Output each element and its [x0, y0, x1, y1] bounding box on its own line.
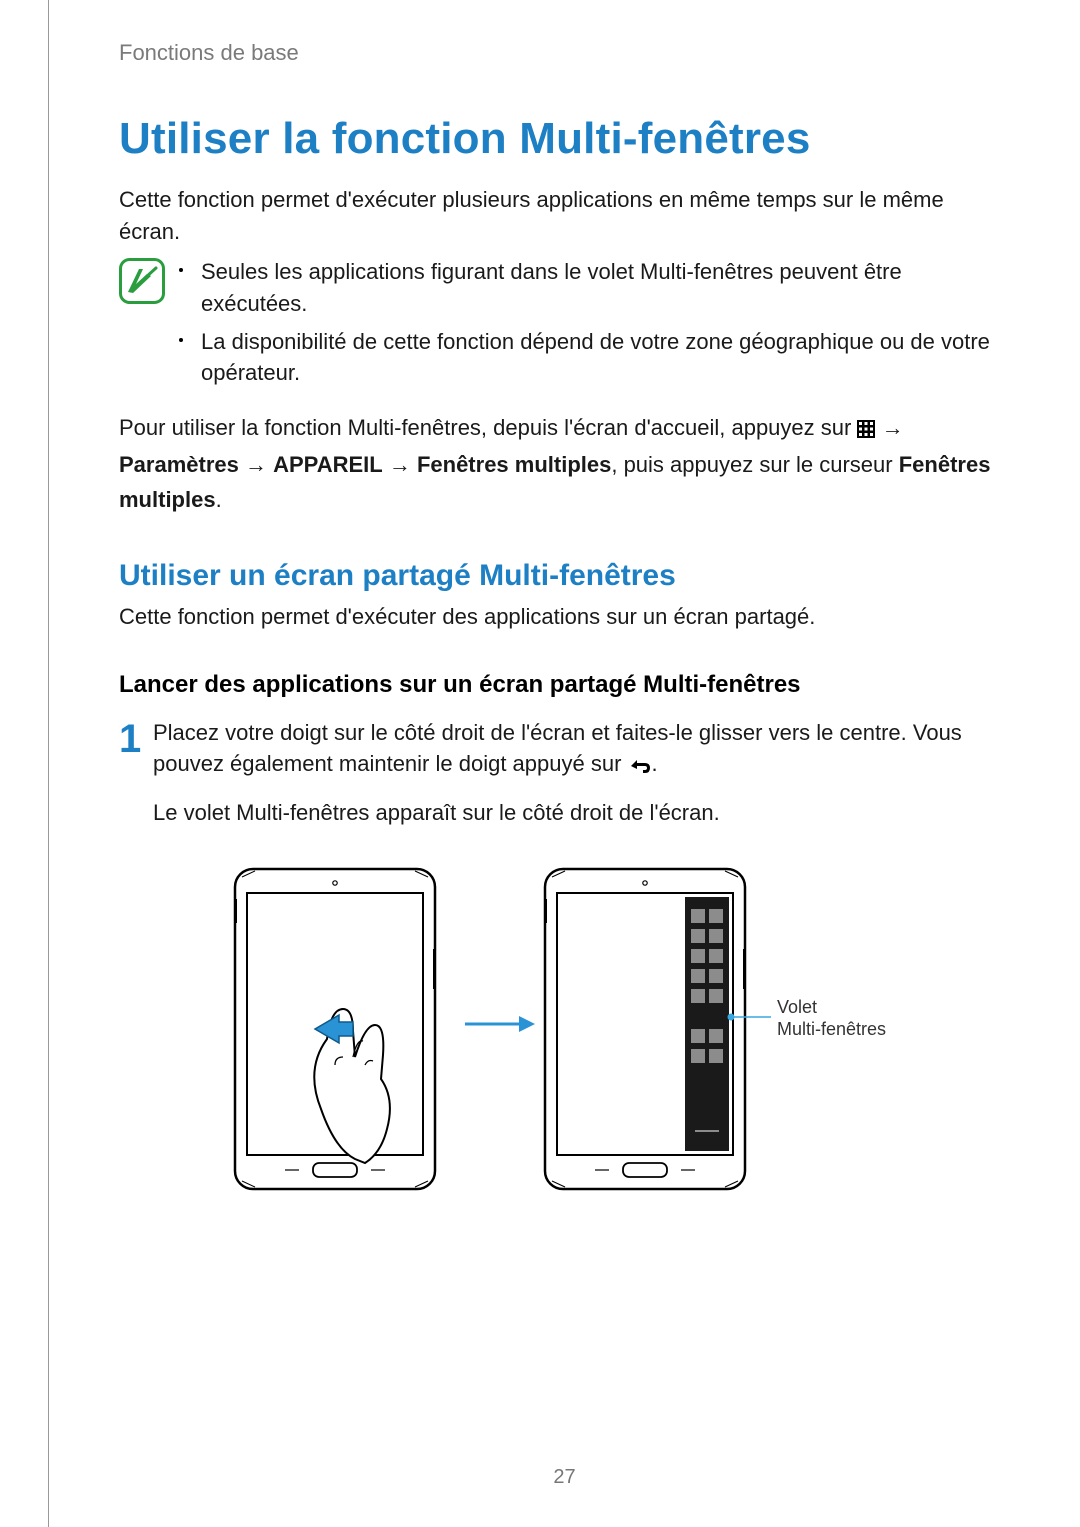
- step-text: Le volet Multi-fenêtres apparaît sur le …: [153, 797, 1010, 829]
- instruction-text: Pour utiliser la fonction Multi-fenêtres…: [119, 411, 1010, 516]
- step-number: 1: [119, 721, 153, 757]
- step: 1 Placez votre doigt sur le côté droit d…: [119, 717, 1010, 844]
- callout-line1: Volet: [777, 997, 817, 1017]
- note-block: Seules les applications figurant dans le…: [119, 256, 1010, 396]
- callout-line2: Multi-fenêtres: [777, 1019, 886, 1039]
- note-text: Seules les applications figurant dans le…: [201, 256, 1010, 320]
- section-intro: Cette fonction permet d'exécuter des app…: [119, 601, 1010, 633]
- step-text: Placez votre doigt sur le côté droit de …: [153, 717, 1010, 784]
- note-item: Seules les applications figurant dans le…: [179, 256, 1010, 320]
- back-icon: [628, 751, 652, 783]
- page-number: 27: [49, 1466, 1080, 1489]
- note-icon: [119, 258, 165, 304]
- section-heading: Lancer des applications sur un écran par…: [119, 671, 1010, 699]
- note-item: La disponibilité de cette fonction dépen…: [179, 326, 1010, 390]
- arrow-right-icon: [465, 1016, 535, 1032]
- intro-text: Cette fonction permet d'exécuter plusieu…: [119, 184, 1010, 248]
- apps-grid-icon: [857, 414, 875, 448]
- breadcrumb: Fonctions de base: [119, 40, 1010, 66]
- page-title: Utiliser la fonction Multi-fenêtres: [119, 114, 1010, 164]
- figure: Volet Multi-fenêtres: [119, 859, 1010, 1204]
- note-text: La disponibilité de cette fonction dépen…: [201, 326, 1010, 390]
- section-subtitle: Utiliser un écran partagé Multi-fenêtres: [119, 559, 1010, 593]
